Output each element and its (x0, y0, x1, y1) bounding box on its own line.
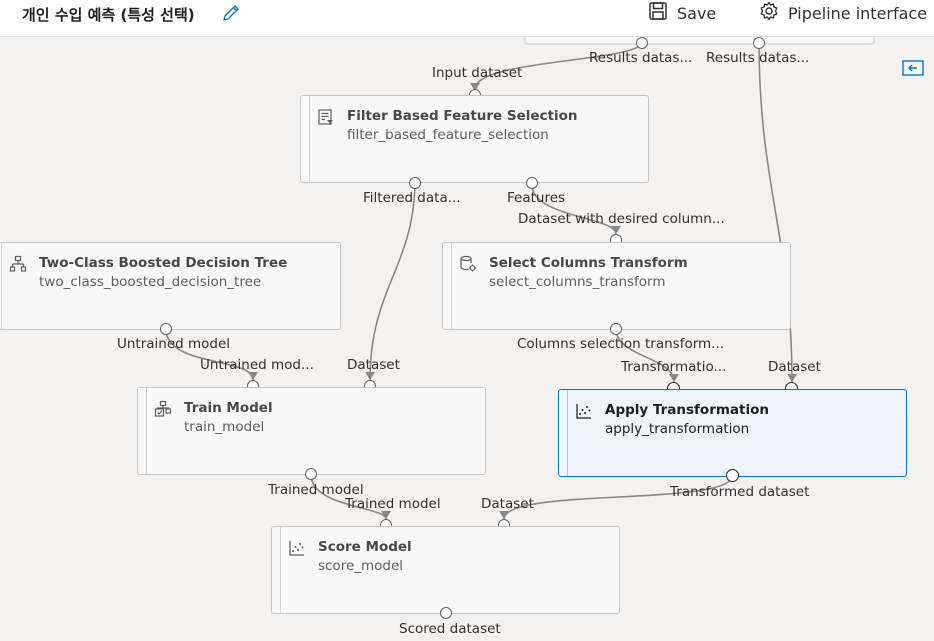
label-score-dataset-in: Dataset (481, 496, 534, 512)
wire-results-to-apply (758, 41, 793, 383)
node-subtitle: train_model (184, 419, 265, 435)
save-label: Save (677, 3, 717, 23)
label-trained-model-in: Trained model (345, 496, 441, 512)
node-title: Filter Based Feature Selection (347, 108, 578, 124)
upstream-node-edge (524, 37, 875, 45)
node-title: Score Model (318, 539, 412, 555)
pipeline-interface-label: Pipeline interface (788, 3, 928, 23)
label-transformation-in: Transformatio... (621, 359, 727, 375)
label-dataset-desired-columns: Dataset with desired column... (518, 211, 725, 227)
port-untrained-model-out[interactable] (160, 323, 172, 335)
scatter-icon (575, 402, 593, 420)
port-results-dataset-2[interactable] (753, 37, 765, 49)
save-icon (648, 1, 668, 25)
node-title: Train Model (184, 400, 273, 416)
label-input-dataset: Input dataset (432, 65, 523, 81)
label-untrained-model-in: Untrained mod... (200, 357, 314, 373)
label-filtered-dataset: Filtered data... (363, 190, 461, 206)
node-score-model[interactable]: Score Model score_model (271, 526, 620, 614)
node-subtitle: apply_transformation (605, 421, 750, 437)
node-filter-based-feature-selection[interactable]: Filter Based Feature Selection filter_ba… (300, 95, 649, 183)
node-subtitle: two_class_boosted_decision_tree (39, 274, 262, 290)
port-results-dataset-1[interactable] (636, 37, 648, 49)
pipeline-title: 개인 수입 예측 (특성 선택) (22, 6, 195, 24)
label-train-dataset-in: Dataset (347, 357, 400, 373)
pipeline-interface-button[interactable]: Pipeline interface (758, 1, 927, 25)
port-transformed-dataset[interactable] (726, 469, 739, 482)
node-train-model[interactable]: Train Model train_model (137, 387, 486, 475)
filter-list-icon (317, 108, 335, 126)
node-title: Apply Transformation (605, 402, 769, 418)
collapse-panel-button[interactable] (902, 60, 924, 76)
label-transformed-dataset: Transformed dataset (670, 484, 810, 500)
node-subtitle: select_columns_transform (489, 274, 666, 290)
node-subtitle: score_model (318, 558, 404, 574)
port-scored-dataset[interactable] (440, 607, 452, 619)
database-gear-icon (459, 255, 477, 273)
node-title: Two-Class Boosted Decision Tree (39, 255, 288, 271)
node-apply-transformation[interactable]: Apply Transformation apply_transformatio… (558, 389, 907, 477)
tree-icon (9, 255, 27, 273)
node-title: Select Columns Transform (489, 255, 688, 271)
label-results-dataset-1: Results datas... (589, 50, 693, 66)
label-apply-dataset-in: Dataset (768, 359, 821, 375)
top-bar: 개인 수입 예측 (특성 선택) Save Pipeline interface (0, 0, 934, 37)
gear-icon (758, 0, 780, 26)
label-results-dataset-2: Results datas... (706, 50, 810, 66)
scatter-icon (288, 539, 306, 557)
port-features[interactable] (526, 177, 538, 189)
node-subtitle: filter_based_feature_selection (347, 127, 549, 143)
label-untrained-model-out: Untrained model (117, 336, 231, 352)
pipeline-canvas[interactable]: Results datas... Results datas... Input … (0, 37, 934, 641)
port-filtered-dataset[interactable] (409, 177, 421, 189)
label-features: Features (507, 190, 566, 206)
edit-pencil-icon[interactable] (220, 2, 242, 24)
wire-filtered-to-train (369, 178, 416, 381)
save-button[interactable]: Save (648, 1, 716, 25)
label-columns-selection-transform: Columns selection transform... (517, 336, 725, 352)
port-trained-model-out[interactable] (305, 468, 317, 480)
node-select-columns-transform[interactable]: Select Columns Transform select_columns_… (442, 242, 791, 330)
label-scored-dataset: Scored dataset (399, 621, 501, 637)
port-columns-selection-transform[interactable] (610, 323, 622, 335)
node-two-class-boosted-decision-tree[interactable]: Two-Class Boosted Decision Tree two_clas… (0, 242, 341, 330)
train-icon (154, 400, 172, 418)
